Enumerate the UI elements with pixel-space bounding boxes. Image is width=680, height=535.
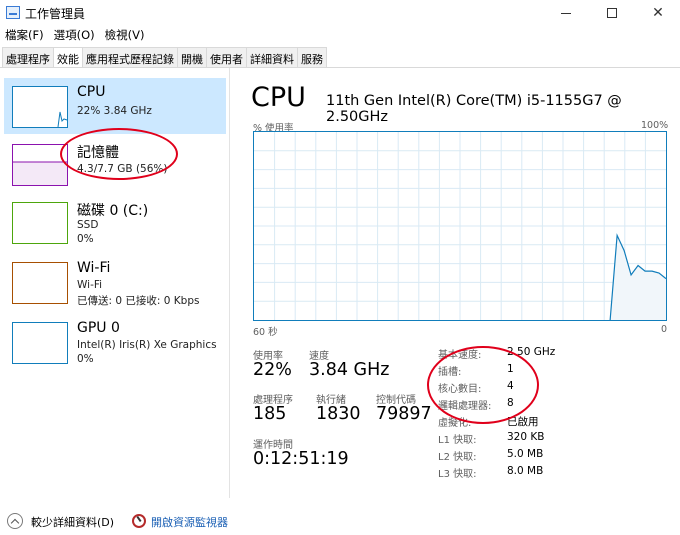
graph-min-label: 0 bbox=[661, 324, 668, 335]
menu-bar: 檔案(F) 選項(O) 檢視(V) bbox=[0, 26, 680, 46]
spec-label: L3 快取: bbox=[438, 469, 477, 480]
close-button[interactable]: ✕ bbox=[635, 0, 680, 26]
threads-value: 1830 bbox=[316, 404, 361, 424]
graph-time-label: 60 秒 bbox=[253, 327, 278, 338]
resource-detail: Wi-Fi bbox=[77, 279, 103, 291]
tab-services[interactable]: 服務 bbox=[297, 47, 327, 67]
resource-detail: Intel(R) Iris(R) Xe Graphics bbox=[77, 339, 217, 351]
resource-name: CPU bbox=[77, 84, 106, 100]
resource-name: 磁碟 0 (C:) bbox=[77, 203, 149, 219]
bottom-bar: 較少詳細資料(D) 開啟資源監視器 bbox=[0, 506, 680, 535]
resource-name: GPU 0 bbox=[77, 320, 120, 336]
menu-view[interactable]: 檢視(V) bbox=[100, 26, 150, 46]
cpu-model: 11th Gen Intel(R) Core(TM) i5-1155G7 @ 2… bbox=[326, 93, 622, 125]
tab-app-history[interactable]: 應用程式歷程記錄 bbox=[82, 47, 178, 67]
tab-processes[interactable]: 處理程序 bbox=[2, 47, 54, 67]
processes-value: 185 bbox=[253, 404, 287, 424]
menu-options[interactable]: 選項(O) bbox=[49, 26, 100, 46]
resource-item-disk[interactable]: 磁碟 0 (C:) SSD 0% bbox=[4, 194, 226, 250]
graph-grid bbox=[254, 132, 666, 320]
task-manager-icon bbox=[6, 6, 20, 19]
close-icon: ✕ bbox=[652, 5, 664, 21]
tab-startup[interactable]: 開機 bbox=[177, 47, 207, 67]
resource-detail: 已傳送: 0 已接收: 0 Kbps bbox=[77, 295, 200, 307]
resource-item-cpu[interactable]: CPU 22% 3.84 GHz bbox=[4, 78, 226, 134]
spec-value: 8.0 MB bbox=[507, 465, 544, 477]
handles-value: 79897 bbox=[376, 404, 432, 424]
spec-label: L2 快取: bbox=[438, 452, 477, 463]
open-resource-monitor-link[interactable]: 開啟資源監視器 bbox=[151, 514, 228, 530]
cpu-utilization-graph bbox=[253, 131, 667, 321]
annotation-circle-cores bbox=[427, 346, 539, 424]
window-title: 工作管理員 bbox=[25, 7, 86, 21]
fewer-details-button[interactable]: 較少詳細資料(D) bbox=[31, 514, 114, 530]
resource-item-gpu[interactable]: GPU 0 Intel(R) Iris(R) Xe Graphics 0% bbox=[4, 314, 226, 370]
wifi-thumbnail bbox=[12, 262, 68, 304]
graph-area bbox=[610, 235, 666, 320]
spec-label: L1 快取: bbox=[438, 435, 477, 446]
uptime-value: 0:12:51:19 bbox=[253, 449, 349, 469]
resource-detail: SSD bbox=[77, 219, 99, 231]
resource-name: Wi-Fi bbox=[77, 260, 111, 276]
tab-strip: 處理程序 效能 應用程式歷程記錄 開機 使用者 詳細資料 服務 bbox=[2, 47, 327, 68]
utilization-value: 22% bbox=[253, 360, 292, 380]
detail-title: CPU bbox=[251, 82, 306, 113]
tab-users[interactable]: 使用者 bbox=[206, 47, 247, 67]
spec-value: 5.0 MB bbox=[507, 448, 544, 460]
graph-max-label: 100% bbox=[641, 120, 669, 131]
spec-value: 320 KB bbox=[507, 431, 545, 443]
tab-performance[interactable]: 效能 bbox=[53, 47, 83, 68]
disk-thumbnail bbox=[12, 202, 68, 244]
resource-item-wifi[interactable]: Wi-Fi Wi-Fi 已傳送: 0 已接收: 0 Kbps bbox=[4, 254, 226, 310]
resource-monitor-icon[interactable] bbox=[132, 514, 146, 528]
collapse-icon[interactable] bbox=[7, 513, 23, 529]
maximize-icon bbox=[607, 8, 617, 18]
tab-details[interactable]: 詳細資料 bbox=[246, 47, 298, 67]
resource-detail: 22% 3.84 GHz bbox=[77, 105, 152, 117]
annotation-circle-memory bbox=[60, 128, 178, 180]
menu-file[interactable]: 檔案(F) bbox=[0, 26, 49, 46]
minimize-icon bbox=[561, 12, 571, 14]
resource-detail: 0% bbox=[77, 353, 94, 365]
minimize-button[interactable] bbox=[543, 0, 589, 26]
maximize-button[interactable] bbox=[589, 0, 635, 26]
speed-value: 3.84 GHz bbox=[309, 360, 390, 380]
resource-detail: 0% bbox=[77, 233, 94, 245]
title-bar: 工作管理員 ✕ bbox=[0, 0, 680, 26]
gpu-thumbnail bbox=[12, 322, 68, 364]
cpu-thumbnail bbox=[12, 86, 68, 128]
